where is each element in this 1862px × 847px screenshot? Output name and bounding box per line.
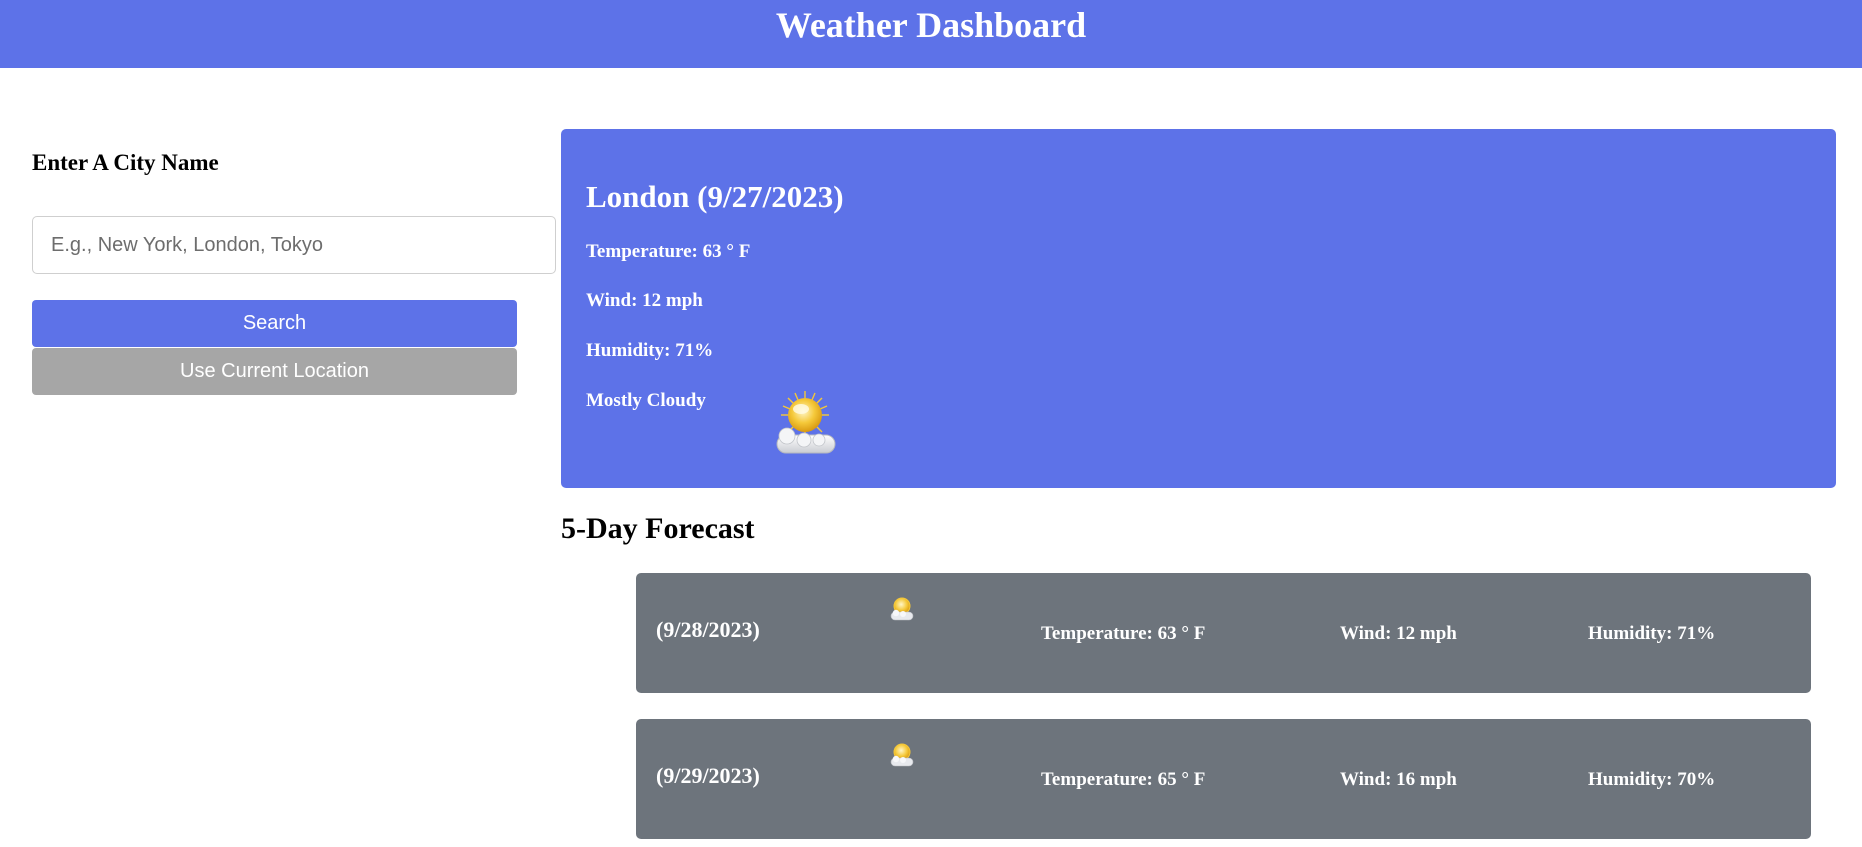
partly-cloudy-icon [890,597,914,621]
current-description: Mostly Cloudy [586,390,706,411]
forecast-date: (9/28/2023) [656,617,760,642]
forecast-humidity: Humidity: 71% [1588,623,1716,644]
city-search-input[interactable] [32,216,556,274]
current-weather-card: London (9/27/2023) Temperature: 63 ° F W… [561,129,1836,488]
use-current-location-button[interactable]: Use Current Location [32,348,517,395]
partly-cloudy-icon [776,391,836,454]
search-button[interactable]: Search [32,300,517,347]
current-humidity: Humidity: 71% [586,340,714,361]
current-city-date: London (9/27/2023) [586,179,844,214]
partly-cloudy-icon [890,743,914,767]
forecast-temperature: Temperature: 65 ° F [1041,769,1206,790]
forecast-wind: Wind: 12 mph [1340,623,1457,644]
app-header: Weather Dashboard [0,0,1862,68]
forecast-date: (9/29/2023) [656,763,760,788]
current-wind: Wind: 12 mph [586,290,703,311]
forecast-wind: Wind: 16 mph [1340,769,1457,790]
forecast-heading: 5-Day Forecast [561,512,755,545]
page-title: Weather Dashboard [775,5,1087,45]
city-input-label: Enter A City Name [32,150,219,175]
forecast-humidity: Humidity: 70% [1588,769,1716,790]
forecast-temperature: Temperature: 63 ° F [1041,623,1206,644]
forecast-card: (9/28/2023) Temperature: 63 ° F Wind: 12… [636,573,1811,693]
forecast-card: (9/29/2023) Temperature: 65 ° F Wind: 16… [636,719,1811,839]
current-temperature: Temperature: 63 ° F [586,241,751,262]
